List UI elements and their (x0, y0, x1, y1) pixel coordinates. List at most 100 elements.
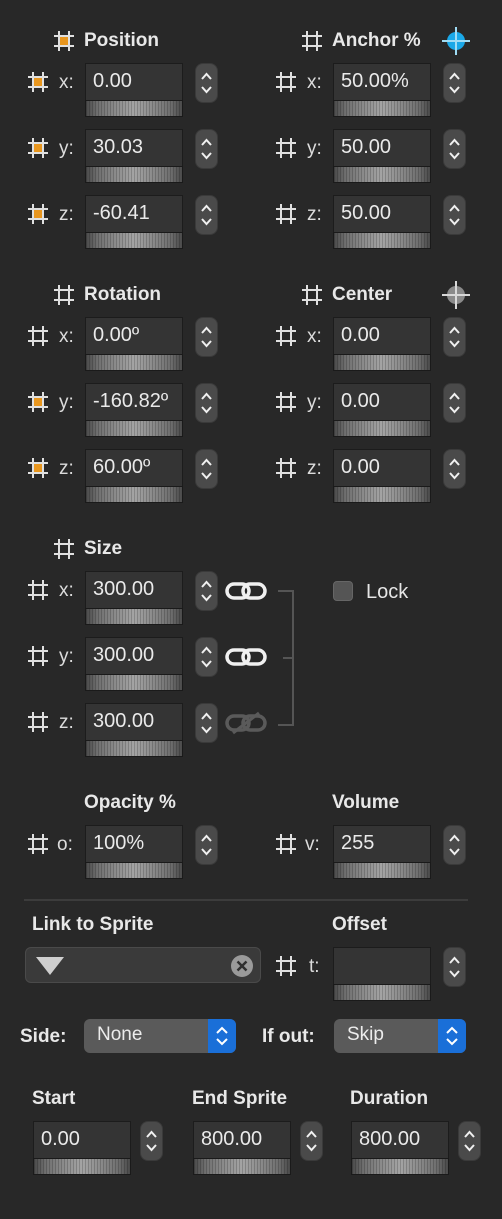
keyframe-grid-icon[interactable] (28, 834, 48, 854)
center-x-stepper[interactable] (443, 317, 466, 357)
anchor-z-scrubber[interactable] (333, 232, 431, 249)
start-scrubber[interactable] (33, 1158, 131, 1175)
opacity-stepper[interactable] (195, 825, 218, 865)
size-x-scrubber[interactable] (85, 608, 183, 625)
keyframe-grid-icon[interactable] (28, 204, 48, 224)
keyframe-grid-icon[interactable] (302, 31, 322, 51)
rotation-y-stepper[interactable] (195, 383, 218, 423)
keyframe-grid-icon[interactable] (54, 539, 74, 559)
duration-stepper[interactable] (458, 1121, 481, 1161)
anchor-target-icon[interactable] (442, 27, 470, 55)
keyframe-grid-icon[interactable] (276, 204, 296, 224)
keyframe-grid-icon[interactable] (54, 285, 74, 305)
keyframe-grid-icon[interactable] (28, 72, 48, 92)
center-z-stepper[interactable] (443, 449, 466, 489)
start-stepper[interactable] (140, 1121, 163, 1161)
duration-scrubber[interactable] (351, 1158, 449, 1175)
center-z-scrubber[interactable] (333, 486, 431, 503)
size-z-field[interactable]: 300.00 (85, 703, 183, 741)
keyframe-grid-icon[interactable] (54, 31, 74, 51)
anchor-x-stepper[interactable] (443, 63, 466, 103)
keyframe-grid-icon[interactable] (28, 392, 48, 412)
keyframe-grid-icon[interactable] (276, 392, 296, 412)
opacity-field[interactable]: 100% (85, 825, 183, 863)
volume-field[interactable]: 255 (333, 825, 431, 863)
anchor-y-scrubber[interactable] (333, 166, 431, 183)
chain-link-icon[interactable] (225, 580, 267, 602)
lock-label[interactable]: Lock (366, 581, 408, 603)
center-x-scrubber[interactable] (333, 354, 431, 371)
rotation-x-scrubber[interactable] (85, 354, 183, 371)
keyframe-grid-icon[interactable] (28, 646, 48, 666)
broken-link-icon[interactable] (225, 711, 267, 735)
position-z-field[interactable]: -60.41 (85, 195, 183, 233)
start-field[interactable]: 0.00 (33, 1121, 131, 1159)
keyframe-grid-icon[interactable] (276, 72, 296, 92)
anchor-y-stepper[interactable] (443, 129, 466, 169)
rotation-x-field[interactable]: 0.00º (85, 317, 183, 355)
volume-stepper[interactable] (443, 825, 466, 865)
center-target-icon[interactable] (442, 281, 470, 309)
end-sprite-scrubber[interactable] (193, 1158, 291, 1175)
position-x-scrubber[interactable] (85, 100, 183, 117)
center-x-field[interactable]: 0.00 (333, 317, 431, 355)
keyframe-grid-icon[interactable] (276, 834, 296, 854)
anchor-z-stepper[interactable] (443, 195, 466, 235)
volume-scrubber[interactable] (333, 862, 431, 879)
center-y-field[interactable]: 0.00 (333, 383, 431, 421)
keyframe-grid-icon[interactable] (28, 138, 48, 158)
size-y-field[interactable]: 300.00 (85, 637, 183, 675)
clear-x-icon[interactable] (230, 954, 254, 978)
chain-link-icon[interactable] (225, 646, 267, 668)
position-z-scrubber[interactable] (85, 232, 183, 249)
keyframe-grid-icon[interactable] (276, 138, 296, 158)
anchor-y-field[interactable]: 50.00 (333, 129, 431, 167)
rotation-x-stepper[interactable] (195, 317, 218, 357)
if-out-select[interactable]: Skip (334, 1019, 466, 1053)
keyframe-grid-icon[interactable] (28, 326, 48, 346)
keyframe-grid-icon[interactable] (276, 956, 296, 976)
keyframe-grid-icon[interactable] (276, 326, 296, 346)
end-sprite-field[interactable]: 800.00 (193, 1121, 291, 1159)
duration-field[interactable]: 800.00 (351, 1121, 449, 1159)
keyframe-grid-icon[interactable] (302, 285, 322, 305)
anchor-x-field[interactable]: 50.00% (333, 63, 431, 101)
offset-field[interactable] (333, 947, 431, 985)
position-x-field[interactable]: 0.00 (85, 63, 183, 101)
center-y-scrubber[interactable] (333, 420, 431, 437)
size-y-scrubber[interactable] (85, 674, 183, 691)
rotation-y-field[interactable]: -160.82º (85, 383, 183, 421)
rotation-y-scrubber[interactable] (85, 420, 183, 437)
position-y-stepper[interactable] (195, 129, 218, 169)
keyframe-grid-icon[interactable] (28, 458, 48, 478)
offset-scrubber[interactable] (333, 984, 431, 1001)
size-x-field[interactable]: 300.00 (85, 571, 183, 609)
link-to-sprite-field[interactable] (25, 947, 261, 983)
opacity-scrubber[interactable] (85, 862, 183, 879)
anchor-x-scrubber[interactable] (333, 100, 431, 117)
center-y-stepper[interactable] (443, 383, 466, 423)
if-out-select-arrows[interactable] (438, 1019, 466, 1053)
dropdown-triangle-icon[interactable] (36, 957, 64, 975)
position-x-stepper[interactable] (195, 63, 218, 103)
rotation-z-scrubber[interactable] (85, 486, 183, 503)
rotation-z-stepper[interactable] (195, 449, 218, 489)
side-select[interactable]: None (84, 1019, 236, 1053)
end-sprite-stepper[interactable] (300, 1121, 323, 1161)
lock-checkbox[interactable] (333, 581, 353, 601)
rotation-z-field[interactable]: 60.00º (85, 449, 183, 487)
position-y-scrubber[interactable] (85, 166, 183, 183)
size-x-stepper[interactable] (195, 571, 218, 611)
side-select-arrows[interactable] (208, 1019, 236, 1053)
size-z-scrubber[interactable] (85, 740, 183, 757)
keyframe-grid-icon[interactable] (28, 580, 48, 600)
center-z-field[interactable]: 0.00 (333, 449, 431, 487)
size-z-stepper[interactable] (195, 703, 218, 743)
keyframe-grid-icon[interactable] (276, 458, 296, 478)
position-z-stepper[interactable] (195, 195, 218, 235)
offset-stepper[interactable] (443, 947, 466, 987)
size-y-stepper[interactable] (195, 637, 218, 677)
keyframe-grid-icon[interactable] (28, 712, 48, 732)
position-y-field[interactable]: 30.03 (85, 129, 183, 167)
anchor-z-field[interactable]: 50.00 (333, 195, 431, 233)
